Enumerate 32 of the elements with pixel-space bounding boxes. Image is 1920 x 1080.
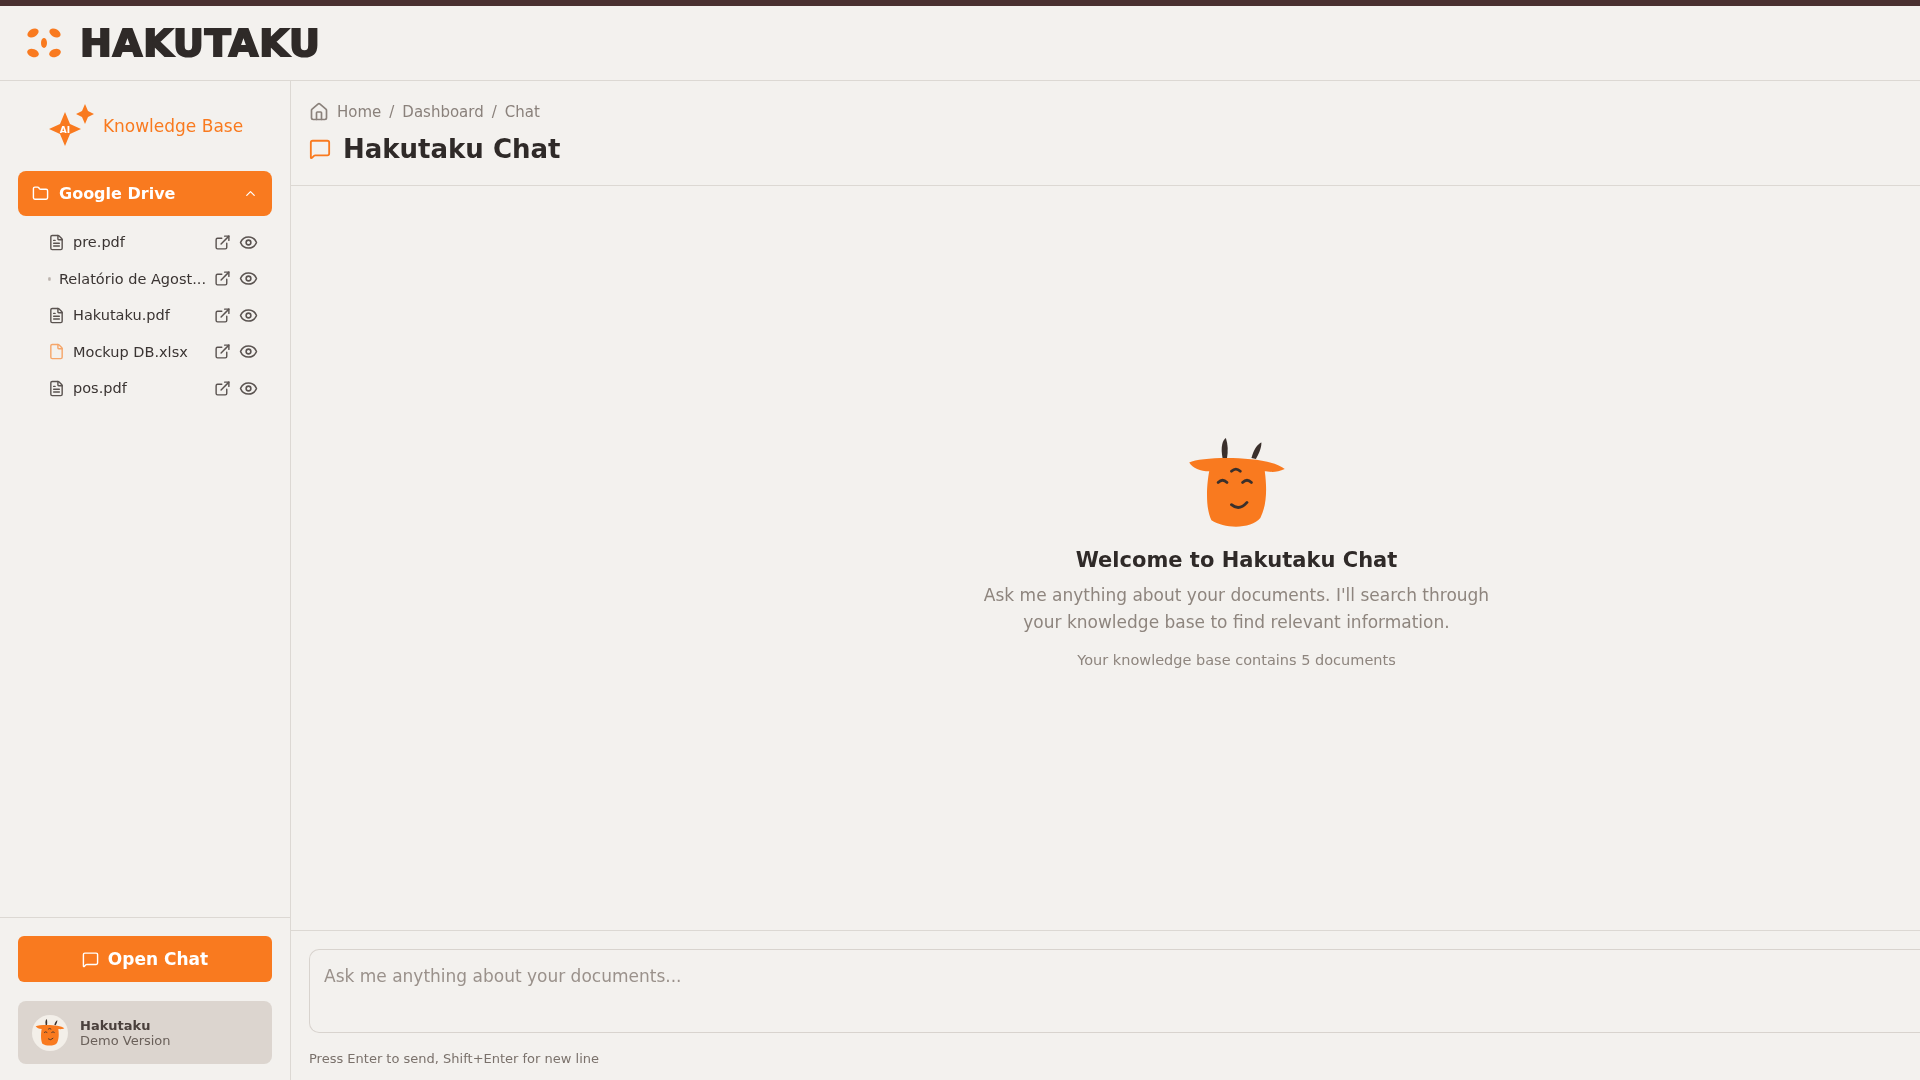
breadcrumb-separator: / (491, 103, 497, 121)
welcome-title: Welcome to Hakutaku Chat (1075, 548, 1398, 572)
sidebar-title: Knowledge Base (102, 116, 244, 136)
breadcrumb-separator: / (389, 103, 395, 121)
logo-icon (26, 27, 62, 59)
logo-wordmark: HAKUTAKU (80, 21, 321, 65)
external-link-icon[interactable] (214, 343, 231, 361)
file-icon (48, 343, 65, 361)
file-name[interactable]: Relatório de Agost... (58, 270, 206, 287)
external-link-icon[interactable] (214, 379, 231, 397)
file-name[interactable]: Hakutaku.pdf (73, 307, 206, 324)
document-icon (48, 233, 65, 251)
folder-icon (32, 185, 49, 202)
file-name[interactable]: pos.pdf (73, 380, 206, 397)
page-title: Hakutaku Chat (343, 134, 561, 164)
breadcrumb-link[interactable]: Home (337, 103, 382, 121)
input-hint: Press Enter to send, Shift+Enter for new line (309, 1051, 601, 1066)
external-link-icon[interactable] (214, 306, 231, 324)
chat-icon (309, 138, 331, 160)
file-name[interactable]: pre.pdf (73, 234, 206, 251)
document-count: Your knowledge base contains 5 documents (1077, 652, 1396, 668)
home-icon[interactable] (309, 102, 329, 122)
chat-icon (81, 950, 99, 968)
document-icon (48, 379, 65, 397)
user-name: Hakutaku (80, 1017, 152, 1033)
external-link-icon[interactable] (214, 233, 231, 251)
file-name[interactable]: Mockup DB.xlsx (73, 343, 206, 360)
external-link-icon[interactable] (214, 270, 231, 288)
welcome-text: Ask me anything about your documents. I'll search through your knowledge base to find relevant information. (982, 584, 1491, 634)
message-input[interactable]: Ask me anything about your documents... (309, 949, 1920, 1033)
document-icon (48, 306, 65, 324)
user-plan: Demo Version (80, 1032, 171, 1048)
